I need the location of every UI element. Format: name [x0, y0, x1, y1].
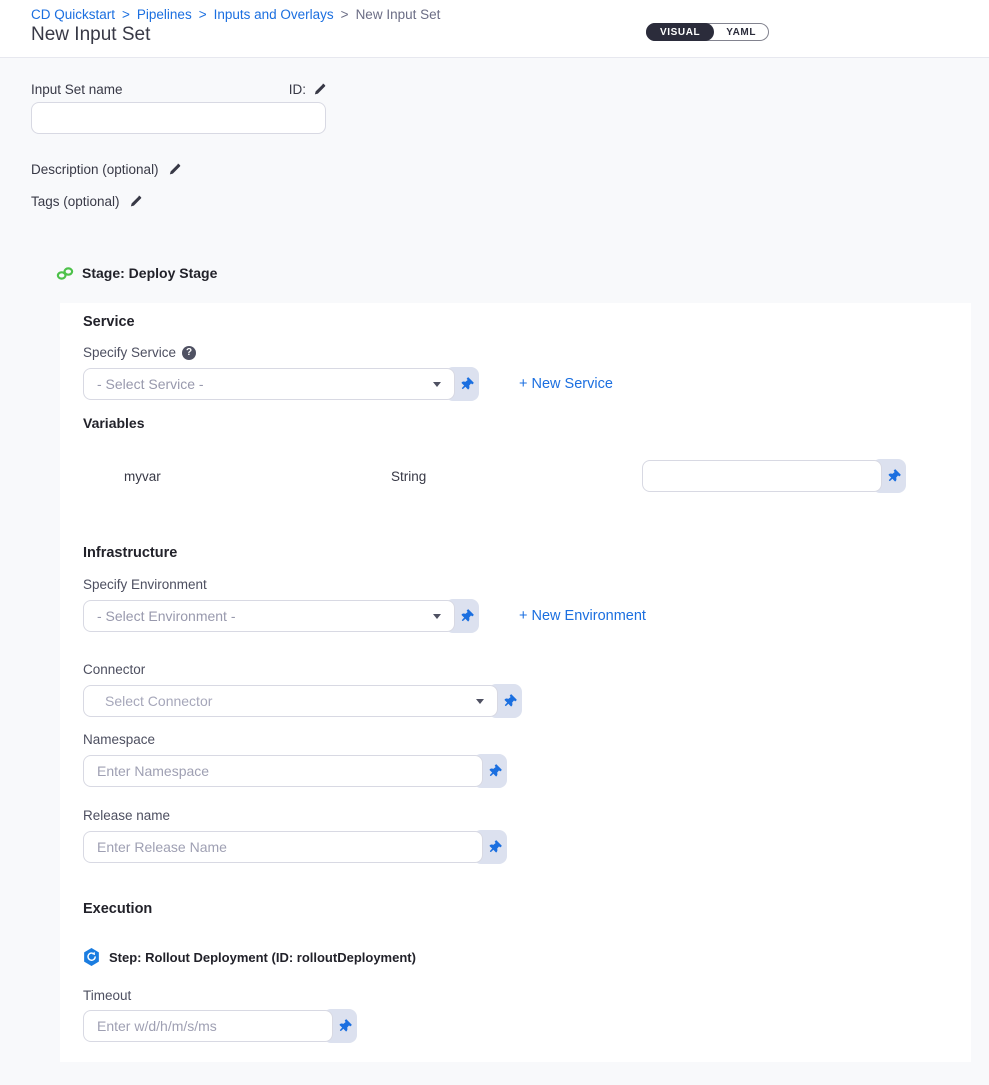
page-title: New Input Set	[31, 24, 150, 46]
input-set-name-row: Input Set name ID:	[31, 82, 326, 97]
pin-icon	[500, 692, 518, 710]
chevron-down-icon	[433, 614, 441, 619]
specify-service-label: Specify Service	[83, 345, 176, 360]
breadcrumb-cd-quickstart[interactable]: CD Quickstart	[31, 7, 115, 22]
breadcrumb-pipelines[interactable]: Pipelines	[137, 7, 192, 22]
pin-icon	[335, 1017, 353, 1035]
rollout-step-icon	[83, 948, 100, 966]
stage-inputs-card: Service Specify Service - Select Service…	[60, 303, 971, 1062]
stage-label: Stage: Deploy Stage	[82, 265, 217, 281]
connector-select-placeholder: Select Connector	[105, 693, 466, 709]
connector-select[interactable]: Select Connector	[83, 685, 498, 717]
breadcrumb-separator: >	[341, 7, 349, 22]
breadcrumb-inputs-and-overlays[interactable]: Inputs and Overlays	[214, 7, 334, 22]
namespace-field[interactable]	[83, 755, 483, 787]
description-label: Description (optional)	[31, 162, 159, 177]
stage-header: Stage: Deploy Stage	[56, 265, 217, 281]
breadcrumb-separator: >	[122, 7, 130, 22]
pin-icon	[457, 607, 475, 625]
infrastructure-section-heading: Infrastructure	[83, 545, 177, 561]
step-label: Step: Rollout Deployment (ID: rolloutDep…	[109, 950, 416, 965]
help-icon[interactable]	[182, 346, 196, 360]
pin-icon	[884, 467, 902, 485]
breadcrumb-current: New Input Set	[356, 7, 441, 22]
visual-yaml-toggle: VISUAL YAML	[646, 23, 769, 41]
timeout-label: Timeout	[83, 988, 131, 1003]
input-set-name-field[interactable]	[31, 102, 326, 134]
breadcrumb: CD Quickstart > Pipelines > Inputs and Overl…	[31, 7, 440, 22]
environment-select[interactable]: - Select Environment -	[83, 600, 455, 632]
variable-name: myvar	[124, 469, 391, 484]
variable-value-field[interactable]	[642, 460, 882, 492]
tab-yaml[interactable]: YAML	[714, 27, 768, 38]
connector-label: Connector	[83, 662, 145, 677]
new-environment-link[interactable]: + New Environment	[519, 608, 646, 624]
release-name-field[interactable]	[83, 831, 483, 863]
service-select-placeholder: - Select Service -	[97, 376, 423, 392]
new-input-set-page: CD Quickstart > Pipelines > Inputs and Overl…	[0, 0, 989, 1085]
pin-icon	[457, 375, 475, 393]
edit-id-pencil-icon[interactable]	[313, 83, 326, 96]
pin-icon	[485, 762, 503, 780]
stage-link-icon	[56, 266, 74, 281]
breadcrumb-separator: >	[199, 7, 207, 22]
edit-tags-pencil-icon[interactable]	[129, 195, 142, 208]
step-header: Step: Rollout Deployment (ID: rolloutDep…	[83, 948, 416, 966]
service-select[interactable]: - Select Service -	[83, 368, 455, 400]
namespace-label: Namespace	[83, 732, 155, 747]
timeout-field[interactable]	[83, 1010, 333, 1042]
variable-type: String	[391, 469, 611, 484]
release-name-label: Release name	[83, 808, 170, 823]
tab-visual[interactable]: VISUAL	[646, 23, 714, 41]
id-label: ID:	[289, 82, 306, 97]
input-set-name-label: Input Set name	[31, 82, 123, 97]
pin-icon	[485, 838, 503, 856]
chevron-down-icon	[476, 699, 484, 704]
variable-row: myvar String	[124, 458, 906, 494]
variables-heading: Variables	[83, 415, 145, 431]
page-header: CD Quickstart > Pipelines > Inputs and Overl…	[0, 0, 989, 58]
execution-section-heading: Execution	[83, 901, 152, 917]
edit-description-pencil-icon[interactable]	[168, 163, 181, 176]
service-section-heading: Service	[83, 314, 135, 330]
specify-environment-label: Specify Environment	[83, 577, 207, 592]
new-service-link[interactable]: + New Service	[519, 376, 613, 392]
tags-label: Tags (optional)	[31, 194, 120, 209]
chevron-down-icon	[433, 382, 441, 387]
environment-select-placeholder: - Select Environment -	[97, 608, 423, 624]
